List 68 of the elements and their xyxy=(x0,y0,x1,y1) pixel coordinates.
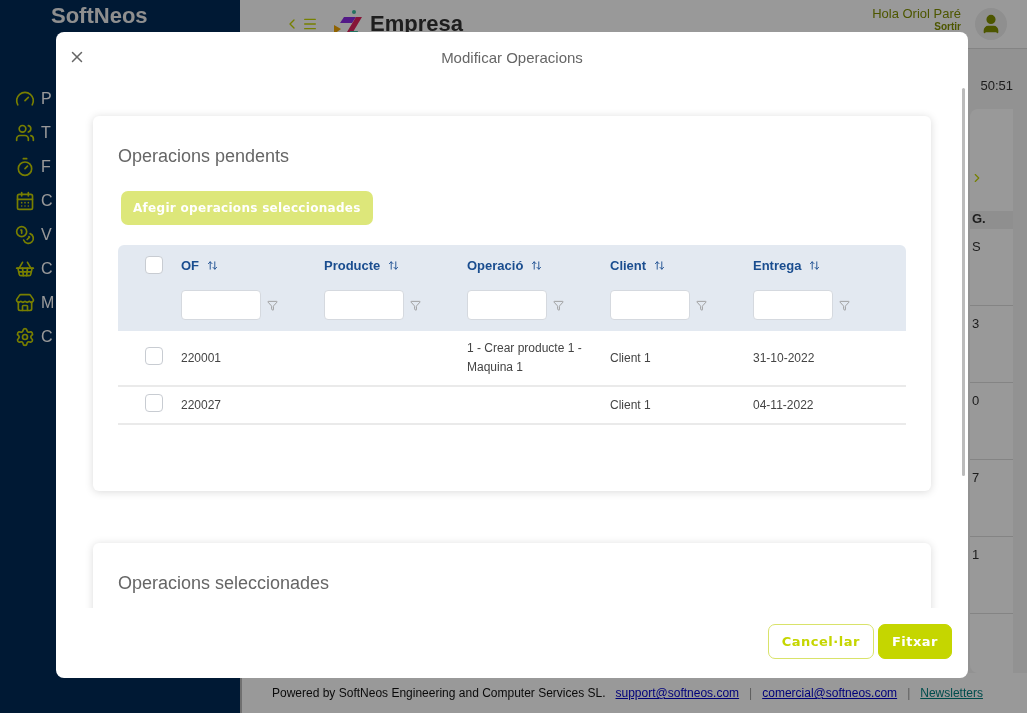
row-checkbox[interactable] xyxy=(145,394,163,412)
sort-icon[interactable] xyxy=(388,259,400,271)
sidebar-item[interactable]: V xyxy=(41,226,52,244)
table-cell: 1 xyxy=(970,537,1013,614)
column-header[interactable]: Client xyxy=(610,257,647,273)
settings-icon[interactable] xyxy=(15,327,35,347)
table-cell: 220001 xyxy=(181,350,222,365)
greeting: Hola Oriol Paré xyxy=(872,6,961,21)
filter-icon[interactable] xyxy=(553,300,564,311)
separator: | xyxy=(749,686,753,700)
column-header[interactable]: Entrega xyxy=(753,257,802,273)
avatar-icon[interactable] xyxy=(975,8,1007,40)
menu-icon[interactable] xyxy=(302,16,318,32)
gauge-icon[interactable] xyxy=(15,89,35,109)
sort-icon[interactable] xyxy=(207,259,219,271)
modal-title: Modificar Operacions xyxy=(441,48,583,66)
table-cell: 04-11-2022 xyxy=(753,397,814,412)
table-cell: 3 xyxy=(970,306,1013,383)
section-title: Operacions pendents xyxy=(118,146,290,167)
column-header[interactable]: Operació xyxy=(467,257,524,273)
sidebar-item[interactable]: T xyxy=(41,124,51,142)
basket-icon[interactable] xyxy=(15,259,35,279)
footer-link[interactable]: comercial@softneos.com xyxy=(762,686,898,700)
filter-field[interactable] xyxy=(181,290,261,320)
sort-icon[interactable] xyxy=(654,259,666,271)
time-text: 50:51 xyxy=(980,78,1013,93)
column-header: G. xyxy=(970,211,1013,229)
sort-icon[interactable] xyxy=(531,259,543,271)
sidebar-item[interactable]: C xyxy=(41,328,53,346)
table-cell: 1 - Crear producte 1 - Maquina 1 xyxy=(467,341,582,374)
sidebar-item[interactable]: P xyxy=(41,90,52,108)
brand-name: Empresa xyxy=(370,11,463,37)
table-cell: S xyxy=(970,229,1013,306)
filter-icon[interactable] xyxy=(410,300,421,311)
scrollbar[interactable] xyxy=(962,88,965,476)
timer-icon[interactable] xyxy=(15,157,35,177)
sidebar-item[interactable]: F xyxy=(41,158,51,176)
footer-link[interactable]: Newsletters xyxy=(920,686,983,700)
column-header[interactable]: Producte xyxy=(324,257,381,273)
calendar-icon[interactable] xyxy=(15,191,35,211)
column-header[interactable]: OF xyxy=(181,257,200,273)
footer-link[interactable]: support@softneos.com xyxy=(615,686,740,700)
table-cell: 7 xyxy=(970,460,1013,537)
sidebar-item[interactable]: M xyxy=(41,294,55,312)
table-cell: Client 1 xyxy=(610,397,651,412)
table-cell: 220027 xyxy=(181,397,222,412)
filter-field[interactable] xyxy=(753,290,833,320)
table-cell: 31-10-2022 xyxy=(753,350,815,365)
logo: SoftNeos xyxy=(51,4,149,28)
table-cell: 0 xyxy=(970,383,1013,460)
separator: | xyxy=(907,686,911,700)
footer-text: Powered by SoftNeos Engineering and Computer Services SL. xyxy=(272,686,606,700)
filter-icon[interactable] xyxy=(839,300,850,311)
filter-icon[interactable] xyxy=(696,300,707,311)
row-checkbox[interactable] xyxy=(145,347,163,365)
sidebar-item[interactable]: C xyxy=(41,192,53,210)
coins-icon[interactable] xyxy=(15,225,35,245)
filter-field[interactable] xyxy=(467,290,547,320)
section-title: Operacions seleccionades xyxy=(118,573,330,594)
select-all-checkbox[interactable] xyxy=(145,256,163,274)
table-cell: Client 1 xyxy=(610,350,651,365)
store-icon[interactable] xyxy=(15,293,35,313)
filter-field[interactable] xyxy=(610,290,690,320)
filter-field[interactable] xyxy=(324,290,404,320)
people-icon[interactable] xyxy=(15,123,35,143)
sidebar-item[interactable]: C xyxy=(41,260,53,278)
filter-icon[interactable] xyxy=(267,300,278,311)
sort-icon[interactable] xyxy=(809,259,821,271)
